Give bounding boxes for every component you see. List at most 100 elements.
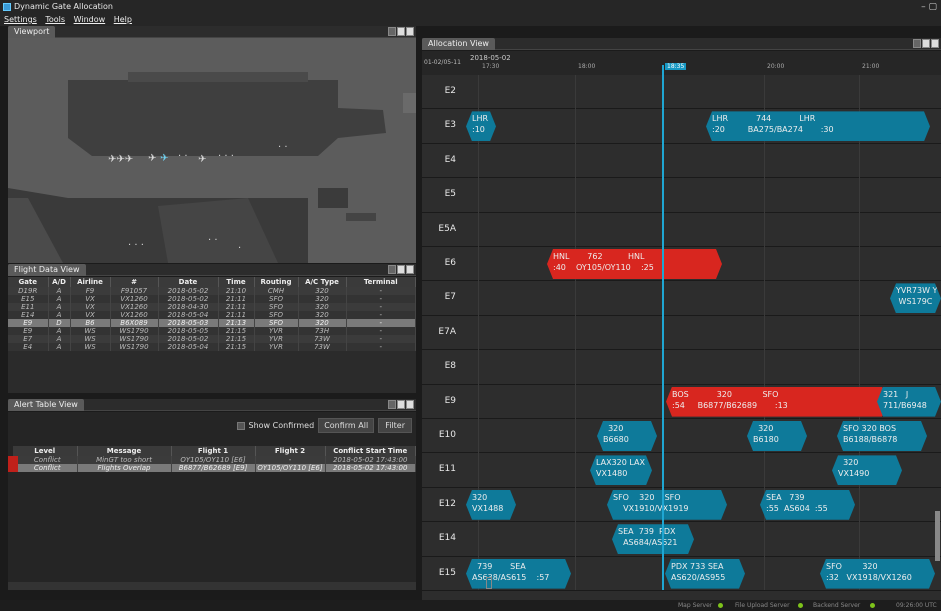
flight-data-header: Flight Data View: [8, 264, 416, 276]
table-row[interactable]: E15 A VX VX1260 2018-05-02 21:11 SFO 320-: [8, 295, 416, 303]
menu-help[interactable]: Help: [114, 15, 132, 24]
col-number[interactable]: #: [110, 277, 159, 287]
allocation-bar[interactable]: 739 SEA AS638/AS615 :57: [466, 559, 571, 589]
table-cell: WS: [70, 335, 111, 343]
table-cell: VX1260: [110, 295, 159, 303]
alert-table-panel: Show Confirmed Confirm All Filter Level …: [8, 412, 416, 590]
col-ac-type[interactable]: A/C Type: [298, 277, 347, 287]
table-cell: 21:11: [218, 311, 255, 319]
table-cell: 2018-05-04: [158, 311, 219, 319]
table-cell: A: [48, 287, 71, 295]
panel-controls[interactable]: [388, 265, 414, 274]
status-ok-icon: [798, 603, 803, 608]
table-cell: -: [346, 303, 416, 311]
row-divider: [422, 177, 941, 179]
menu-window[interactable]: Window: [74, 15, 106, 24]
allocation-bar[interactable]: YVR73W Y WS179C: [890, 283, 941, 313]
tab-flight-data[interactable]: Flight Data View: [8, 264, 86, 276]
table-row[interactable]: E4 A WS WS1790 2018-05-04 21:15 YVR 73W -: [8, 343, 416, 351]
table-row[interactable]: E9 D B6 B6X089 2018-05-03 21:13 SFO 320-: [8, 319, 416, 327]
allocation-bar-conflict[interactable]: HNL 762 HNL :40 OY105/OY110 :25: [547, 249, 722, 279]
allocation-gantt[interactable]: 01-02/05-11 2018-05-02 17:30 18:00 18:35…: [422, 51, 941, 600]
allocation-bar[interactable]: SFO 320 :32 VX1918/VX1260: [820, 559, 935, 589]
tab-alert-table[interactable]: Alert Table View: [8, 399, 84, 411]
tab-allocation[interactable]: Allocation View: [422, 38, 495, 50]
table-cell: SFO: [254, 311, 299, 319]
table-row[interactable]: E7 A WS WS1790 2018-05-02 21:15 YVR 73W -: [8, 335, 416, 343]
svg-text:✈: ✈: [160, 153, 168, 164]
confirm-all-button[interactable]: Confirm All: [318, 418, 375, 433]
table-cell: -: [255, 456, 326, 464]
col-terminal[interactable]: Terminal: [346, 277, 416, 287]
time-tick-current: 18:35: [665, 63, 687, 70]
allocation-bar[interactable]: LHR 744 LHR :20 BA275/BA274 :30: [706, 111, 930, 141]
row-divider: [422, 349, 941, 351]
show-confirmed-checkbox[interactable]: [236, 421, 245, 430]
allocation-bar[interactable]: SEA 739 PDX AS684/AS621: [612, 524, 694, 554]
allocation-bar[interactable]: 320 VX1490: [832, 455, 902, 485]
allocation-bar[interactable]: 320 VX1488: [466, 490, 516, 520]
current-time-line: [662, 65, 664, 590]
table-cell: 2018-05-02: [158, 335, 219, 343]
status-file-upload: File Upload Server: [735, 602, 790, 609]
menu-bar: Settings Tools Window Help: [0, 14, 941, 26]
col-gate[interactable]: Gate: [8, 277, 49, 287]
allocation-bar[interactable]: LAX320 LAX VX1480: [590, 455, 652, 485]
table-row[interactable]: D19R A F9 F91057 2018-05-02 21:10 CMH 320-: [8, 287, 416, 295]
menu-settings[interactable]: Settings: [4, 15, 37, 24]
col-level[interactable]: Level: [13, 446, 78, 456]
app-title: Dynamic Gate Allocation: [14, 2, 113, 11]
filter-button[interactable]: Filter: [378, 418, 412, 433]
table-cell: OY105/OY110 [E6]: [171, 456, 256, 464]
col-flight2[interactable]: Flight 2: [255, 446, 326, 456]
table-cell: 73W: [298, 335, 347, 343]
table-row[interactable]: Conflict MinGT too short OY105/OY110 [E6] -…: [8, 456, 416, 464]
row-divider: [422, 486, 941, 488]
panel-controls[interactable]: [388, 27, 414, 36]
allocation-bar[interactable]: 320 B6180: [747, 421, 807, 451]
svg-text:· · ·: · · ·: [128, 240, 144, 251]
horizontal-scrollbar[interactable]: [8, 582, 416, 590]
allocation-bar[interactable]: SFO 320 BOS B6188/B6878: [837, 421, 927, 451]
window-controls[interactable]: – ▢: [921, 0, 937, 14]
table-cell: 2018-05-03: [158, 319, 219, 327]
table-cell: Conflict: [8, 456, 78, 464]
table-row[interactable]: E9 A WS WS1790 2018-05-05 21:15 YVR 73H -: [8, 327, 416, 335]
col-routing[interactable]: Routing: [254, 277, 299, 287]
allocation-bar[interactable]: 320 B6680: [597, 421, 657, 451]
col-message[interactable]: Message: [77, 446, 172, 456]
allocation-bar[interactable]: 321 J 711/B6948: [877, 387, 941, 417]
col-airline[interactable]: Airline: [70, 277, 111, 287]
menu-tools[interactable]: Tools: [45, 15, 65, 24]
vertical-scrollbar[interactable]: [935, 511, 940, 561]
table-row[interactable]: E11 A VX VX1260 2018-04-30 21:11 SFO 320-: [8, 303, 416, 311]
table-cell: 21:13: [218, 319, 255, 327]
table-cell: 320: [298, 319, 347, 327]
col-date[interactable]: Date: [158, 277, 219, 287]
table-cell: 21:15: [218, 327, 255, 335]
airport-map[interactable]: ✈✈✈ ✈ ✈ ✈ · · · · · · · · · · · · ·: [8, 38, 416, 263]
panel-controls[interactable]: [388, 400, 414, 409]
table-row[interactable]: E14 A VX VX1260 2018-05-04 21:11 SFO 320-: [8, 311, 416, 319]
allocation-bar[interactable]: SFO 320 SFO VX1910/VX1919: [607, 490, 727, 520]
table-cell: MinGT too short: [77, 456, 172, 464]
row-divider: [422, 452, 941, 454]
tab-viewport[interactable]: Viewport: [8, 26, 56, 38]
table-cell: A: [48, 295, 71, 303]
col-ad[interactable]: A/D: [48, 277, 71, 287]
allocation-bar[interactable]: SEA 739 :55 AS604 :55: [760, 490, 855, 520]
col-conflict-start[interactable]: Conflict Start Time: [325, 446, 416, 456]
col-time[interactable]: Time: [218, 277, 255, 287]
row-divider: [422, 521, 941, 523]
gate-label: E9: [444, 395, 456, 406]
table-row[interactable]: Conflict Flights Overlap B6877/B62689 [E9]…: [8, 464, 416, 472]
row-divider: [422, 108, 941, 110]
table-cell: B6877/B62689 [E9]: [171, 464, 256, 472]
allocation-bar-conflict[interactable]: BOS 320 SFO :54 B6877/B62689 :13: [666, 387, 888, 417]
panel-controls[interactable]: [913, 39, 939, 48]
allocation-bar[interactable]: PDX 733 SEA AS620/AS955: [665, 559, 745, 589]
allocation-bar[interactable]: LHR :10: [466, 111, 496, 141]
horizontal-scroll-thumb[interactable]: [486, 577, 492, 589]
table-cell: E4: [8, 343, 49, 351]
col-flight1[interactable]: Flight 1: [171, 446, 256, 456]
